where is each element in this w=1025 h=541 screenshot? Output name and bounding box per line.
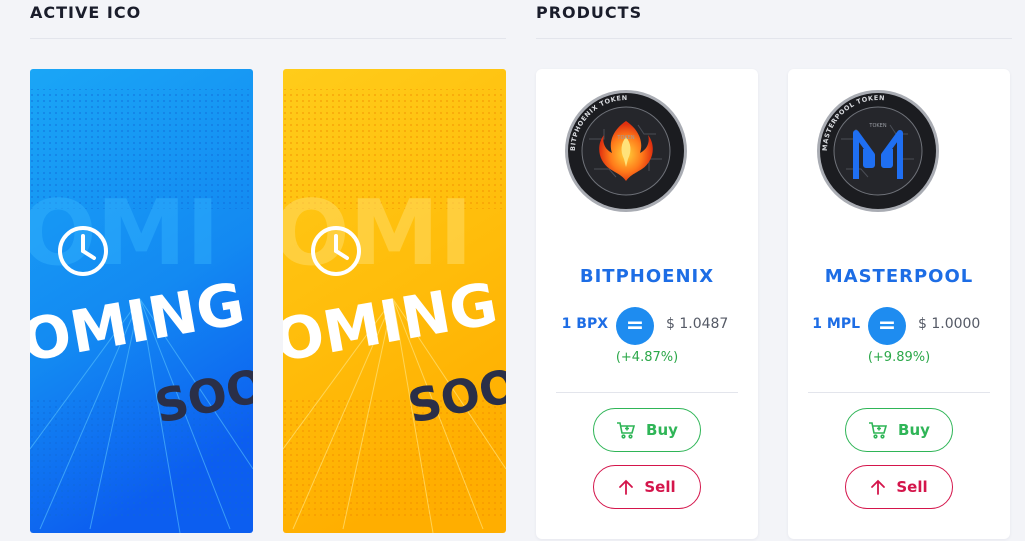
coming-soon-banner-yellow: OMI OMING SOO xyxy=(283,69,506,533)
token-price: $ 1.0487 xyxy=(666,316,729,332)
svg-text:TOKEN: TOKEN xyxy=(868,123,886,129)
products-title: PRODUCTS xyxy=(536,3,643,22)
product-card-masterpool: MASTERPOOL TOKEN TOKEN MASTERPOOL 1 MPL … xyxy=(788,69,1010,539)
bitphoenix-coin-icon: BITPHOENIX TOKEN TOKEN xyxy=(565,90,687,212)
sell-button[interactable]: Sell xyxy=(593,465,701,509)
price-change: (+4.87%) xyxy=(615,350,679,365)
sell-button[interactable]: Sell xyxy=(845,465,953,509)
sell-label: Sell xyxy=(896,478,928,496)
buy-button[interactable]: Buy xyxy=(845,408,953,452)
buy-label: Buy xyxy=(646,421,678,439)
rate-row: 1 MPL = $ 1.0000 xyxy=(788,307,1010,345)
card-divider xyxy=(808,392,990,393)
svg-text:OMI: OMI xyxy=(283,181,473,286)
active-ico-divider xyxy=(30,38,506,39)
card-divider xyxy=(556,392,738,393)
price-change: (+9.89%) xyxy=(867,350,931,365)
cart-icon xyxy=(616,421,636,439)
cart-icon xyxy=(868,421,888,439)
token-price: $ 1.0000 xyxy=(918,316,981,332)
equals-button[interactable]: = xyxy=(616,307,654,345)
sell-label: Sell xyxy=(644,478,676,496)
arrow-up-icon xyxy=(870,478,886,496)
active-ico-title: ACTIVE ICO xyxy=(30,3,142,22)
arrow-up-icon xyxy=(618,478,634,496)
svg-text:TOKEN: TOKEN xyxy=(616,135,634,141)
equals-button[interactable]: = xyxy=(868,307,906,345)
token-unit: 1 BPX xyxy=(561,316,608,332)
token-name: BITPHOENIX xyxy=(579,266,715,287)
token-unit: 1 MPL xyxy=(812,316,860,332)
rate-row: 1 BPX = $ 1.0487 xyxy=(536,307,758,345)
svg-text:OMI: OMI xyxy=(30,181,220,286)
coming-soon-banner-blue: OMI OMING SOO xyxy=(30,69,253,533)
ico-card-coming-soon-blue[interactable]: OMI OMING SOO xyxy=(30,69,253,533)
product-card-bitphoenix: BITPHOENIX TOKEN TOKEN BITPHOENIX 1 BPX … xyxy=(536,69,758,539)
products-divider xyxy=(536,38,1012,39)
buy-button[interactable]: Buy xyxy=(593,408,701,452)
ico-card-coming-soon-yellow[interactable]: OMI OMING SOO xyxy=(283,69,506,533)
buy-label: Buy xyxy=(898,421,930,439)
masterpool-coin-icon: MASTERPOOL TOKEN TOKEN xyxy=(817,90,939,212)
token-name: MASTERPOOL xyxy=(824,266,974,287)
